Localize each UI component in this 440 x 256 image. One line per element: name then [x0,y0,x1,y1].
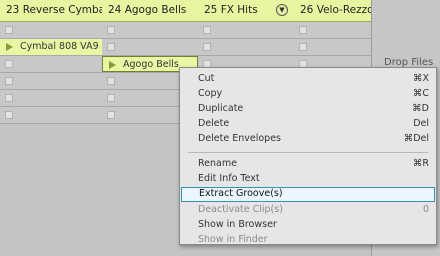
clip-slot[interactable] [102,22,198,39]
menu-item-label: Edit Info Text [198,173,260,184]
clip-name: Cymbal 808 VA9 [20,41,99,52]
clip-name: Agogo Bells [123,59,179,70]
stop-button[interactable] [107,94,115,102]
stop-button[interactable] [299,43,307,51]
menu-item-show-in-browser[interactable]: Show in Browser [180,218,436,233]
context-menu: Cut ⌘X Copy ⌘C Duplicate ⌘D Delete Del D… [179,67,437,245]
stop-button[interactable] [299,26,307,34]
menu-item-label: Show in Finder [198,234,268,245]
track-title: 26 Velo-Rezzo [300,4,371,16]
menu-item-label: Delete [198,118,230,129]
stop-button[interactable] [107,43,115,51]
menu-item-shortcut: 0 [422,204,429,215]
stop-button[interactable] [5,94,13,102]
stop-button[interactable] [107,111,115,119]
stop-button[interactable] [203,43,211,51]
menu-item-label: Rename [198,158,237,169]
stop-button[interactable] [5,77,13,85]
menu-item-delete-envelopes[interactable]: Delete Envelopes ⌘Del [180,132,436,147]
menu-item-shortcut: ⌘X [412,73,429,84]
clip-slot[interactable]: Cymbal 808 VA9 [0,39,102,56]
menu-item-label: Copy [198,88,223,99]
stop-button[interactable] [5,111,13,119]
stop-button[interactable] [107,26,115,34]
track-header[interactable]: 23 Reverse Cymbal [0,0,102,22]
menu-item-label: Duplicate [198,103,244,114]
menu-separator [188,152,428,153]
play-icon[interactable] [6,43,13,51]
clip-slot[interactable] [294,22,371,39]
menu-item-label: Deactivate Clip(s) [198,204,283,215]
menu-item-shortcut: ⌘Del [403,133,429,144]
menu-item-extract-grooves[interactable]: Extract Groove(s) [181,187,435,202]
menu-item-copy[interactable]: Copy ⌘C [180,87,436,102]
clip-slot[interactable] [198,39,294,56]
fold-toggle-icon[interactable]: ▼ [276,4,288,16]
menu-item-cut[interactable]: Cut ⌘X [180,72,436,87]
track-title: 23 Reverse Cymbal [6,4,102,16]
track-title: 24 Agogo Bells [108,4,187,16]
clip-slot[interactable] [0,90,102,107]
track-title: 25 FX Hits [204,4,258,16]
menu-item-shortcut: ⌘R [412,158,429,169]
menu-item-duplicate[interactable]: Duplicate ⌘D [180,102,436,117]
stop-button[interactable] [5,60,13,68]
menu-item-label: Cut [198,73,215,84]
clip-slot[interactable] [294,39,371,56]
menu-item-delete[interactable]: Delete Del [180,117,436,132]
clip-slot[interactable] [0,107,102,124]
clip[interactable]: Cymbal 808 VA9 [0,39,102,55]
menu-item-label: Show in Browser [198,219,277,230]
menu-item-edit-info-text[interactable]: Edit Info Text [180,172,436,187]
menu-item-shortcut: ⌘C [412,88,429,99]
clip-slot[interactable] [198,22,294,39]
menu-item-shortcut: ⌘D [412,103,429,114]
track-header[interactable]: 25 FX Hits ▼ [198,0,294,22]
menu-item-shortcut: Del [413,118,429,129]
clip-slot[interactable] [0,73,102,90]
menu-item-deactivate-clips[interactable]: Deactivate Clip(s) 0 [180,203,436,218]
track-header[interactable]: 26 Velo-Rezzo [294,0,371,22]
clip-slot[interactable] [102,39,198,56]
menu-item-label: Extract Groove(s) [199,188,283,199]
stop-button[interactable] [203,26,211,34]
stop-button[interactable] [107,77,115,85]
menu-item-label: Delete Envelopes [198,133,281,144]
track-header[interactable]: 24 Agogo Bells [102,0,198,22]
clip-slot[interactable] [0,22,102,39]
menu-item-show-in-finder[interactable]: Show in Finder [180,233,436,248]
track-23: 23 Reverse Cymbal Cymbal 808 VA9 [0,0,103,256]
menu-item-rename[interactable]: Rename ⌘R [180,157,436,172]
clip-slot[interactable] [0,56,102,73]
stop-button[interactable] [5,26,13,34]
play-icon[interactable] [109,61,116,69]
